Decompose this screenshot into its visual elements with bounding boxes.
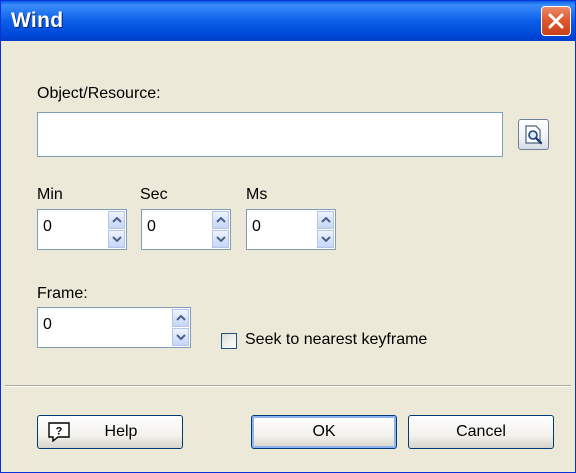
min-value: 0 (43, 218, 52, 235)
ms-spinner[interactable]: 0 (246, 209, 336, 250)
down-arrow-icon (216, 236, 226, 242)
sec-value: 0 (147, 218, 156, 235)
object-resource-label: Object/Resource: (37, 85, 161, 102)
min-down-button[interactable] (108, 230, 125, 248)
min-spinner[interactable]: 0 (37, 209, 127, 250)
ms-up-button[interactable] (317, 211, 334, 229)
ms-label: Ms (246, 186, 268, 203)
sec-spinner[interactable]: 0 (141, 209, 231, 250)
down-arrow-icon (112, 236, 122, 242)
up-arrow-icon (216, 217, 226, 223)
frame-up-button[interactable] (172, 309, 189, 327)
ms-value: 0 (252, 218, 261, 235)
frame-label: Frame: (37, 285, 88, 302)
separator (5, 385, 571, 387)
svg-text:?: ? (56, 426, 63, 438)
sec-label: Sec (140, 186, 168, 203)
cancel-label: Cancel (456, 423, 506, 440)
browse-button[interactable] (518, 119, 549, 150)
sec-down-button[interactable] (212, 230, 229, 248)
ms-down-button[interactable] (317, 230, 334, 248)
dialog-window: Wind Object/Resource: Min Sec Ms 0 0 0 F… (0, 0, 576, 473)
frame-value: 0 (43, 316, 52, 333)
ok-label: OK (312, 423, 336, 440)
down-arrow-icon (321, 236, 331, 242)
min-label: Min (37, 186, 63, 203)
help-icon: ? (48, 422, 70, 442)
close-button[interactable] (541, 6, 571, 36)
help-button[interactable]: ? Help (37, 415, 183, 449)
min-up-button[interactable] (108, 211, 125, 229)
ok-button[interactable]: OK (251, 415, 397, 449)
seek-keyframe-label[interactable]: Seek to nearest keyframe (245, 331, 427, 349)
seek-keyframe-checkbox[interactable] (221, 333, 237, 349)
frame-spinner[interactable]: 0 (37, 307, 191, 348)
title-bar[interactable]: Wind (1, 1, 575, 41)
browse-icon (525, 125, 543, 145)
up-arrow-icon (112, 217, 122, 223)
window-title: Wind (11, 9, 64, 32)
help-label: Help (104, 423, 138, 440)
object-resource-input[interactable] (37, 112, 503, 157)
sec-up-button[interactable] (212, 211, 229, 229)
down-arrow-icon (176, 334, 186, 340)
dialog-body: Object/Resource: Min Sec Ms 0 0 0 Frame:… (5, 41, 571, 470)
up-arrow-icon (176, 315, 186, 321)
frame-down-button[interactable] (172, 328, 189, 346)
close-icon (548, 13, 564, 29)
up-arrow-icon (321, 217, 331, 223)
cancel-button[interactable]: Cancel (408, 415, 554, 449)
